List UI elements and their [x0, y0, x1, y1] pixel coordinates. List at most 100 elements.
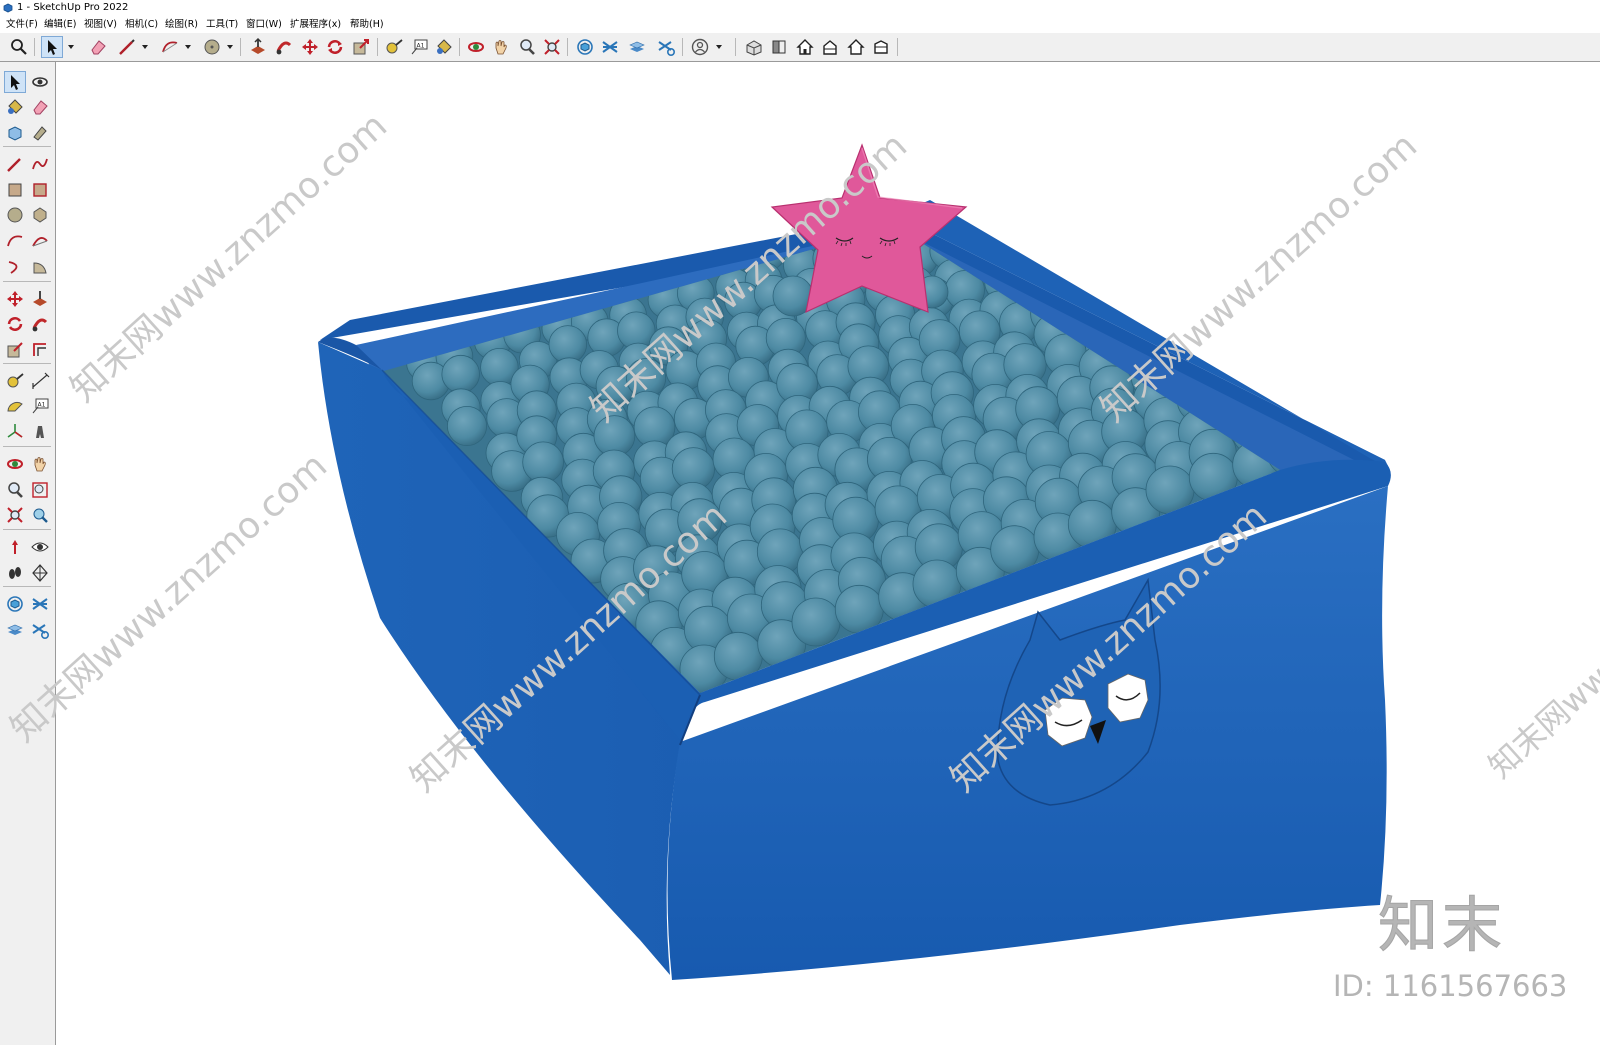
shape-dropdown-icon[interactable]	[225, 37, 235, 57]
orbit-icon[interactable]	[466, 37, 486, 57]
eraser-icon[interactable]	[30, 97, 50, 117]
layers-icon[interactable]	[627, 37, 647, 57]
three-point-arc-icon[interactable]	[5, 257, 25, 277]
title-bar: 1 - SketchUp Pro 2022	[0, 0, 1600, 16]
tape-measure-icon[interactable]	[384, 37, 404, 57]
menu-bar: 文件(F) 编辑(E) 视图(V) 相机(C) 绘图(R) 工具(T) 窗口(W…	[0, 16, 1600, 33]
rotate-icon[interactable]	[5, 314, 25, 334]
zoom-extents-tool-icon[interactable]	[5, 505, 25, 525]
ball	[522, 441, 564, 484]
axes-icon[interactable]	[5, 422, 25, 442]
follow-me-icon[interactable]	[274, 37, 294, 57]
select-icon[interactable]	[41, 36, 63, 58]
components-panel-icon[interactable]	[5, 594, 25, 614]
freehand-icon[interactable]	[30, 154, 50, 174]
menu-extensions[interactable]: 扩展程序(x)	[290, 16, 341, 33]
pan-tool-icon[interactable]	[30, 454, 50, 474]
search-icon[interactable]	[9, 37, 29, 57]
section-plane-icon[interactable]	[30, 563, 50, 583]
line-dropdown-icon[interactable]	[140, 37, 150, 57]
styles-panel-icon[interactable]	[30, 620, 50, 640]
back-view-icon[interactable]	[871, 37, 891, 57]
line-icon[interactable]	[5, 154, 25, 174]
styles-icon[interactable]	[656, 37, 676, 57]
account-dropdown-icon[interactable]	[714, 37, 724, 57]
move-icon[interactable]	[5, 289, 25, 309]
menu-tools[interactable]: 工具(T)	[206, 16, 238, 33]
brand-logo: 知末	[1378, 891, 1506, 962]
circle-icon[interactable]	[5, 205, 25, 225]
move-icon[interactable]	[300, 37, 320, 57]
paint-bucket-icon[interactable]	[5, 97, 25, 117]
menu-camera[interactable]: 相机(C)	[125, 16, 158, 33]
iso-view-icon[interactable]	[769, 37, 789, 57]
pushpull-icon[interactable]	[30, 289, 50, 309]
front-view-icon[interactable]	[820, 37, 840, 57]
tape-measure-icon[interactable]	[5, 371, 25, 391]
zoom-window-icon[interactable]	[30, 480, 50, 500]
menu-view[interactable]: 视图(V)	[84, 16, 117, 33]
tag-icon[interactable]	[30, 123, 50, 143]
rotate-icon[interactable]	[325, 37, 345, 57]
position-camera-icon[interactable]	[5, 537, 25, 557]
warehouse-icon[interactable]	[744, 37, 764, 57]
rotated-rectangle-icon[interactable]	[30, 180, 50, 200]
top-view-icon[interactable]	[795, 37, 815, 57]
zoom-tool-icon[interactable]	[5, 480, 25, 500]
eraser-icon[interactable]	[88, 37, 108, 57]
layers-panel-icon[interactable]	[5, 620, 25, 640]
pencil-line-icon[interactable]	[117, 37, 137, 57]
model-viewport[interactable]: 知末网www.znzmo.com 知末网www.znzmo.com 知末网www…	[3, 63, 1600, 1045]
arc-icon[interactable]	[160, 37, 180, 57]
scenes-icon[interactable]	[600, 37, 620, 57]
previous-view-icon[interactable]	[30, 505, 50, 525]
left-toolbar: A1	[0, 62, 56, 1045]
toolbar-separator	[3, 586, 51, 587]
menu-edit[interactable]: 编辑(E)	[44, 16, 76, 33]
toolbar-separator	[3, 363, 51, 364]
3d-text-icon[interactable]	[30, 422, 50, 442]
orbit-icon[interactable]	[30, 72, 50, 92]
arc-icon[interactable]	[5, 231, 25, 251]
text-label-icon[interactable]: A1	[409, 37, 429, 57]
look-around-icon[interactable]	[30, 537, 50, 557]
dimension-icon[interactable]	[30, 371, 50, 391]
follow-me-icon[interactable]	[30, 314, 50, 334]
select-dropdown-icon[interactable]	[66, 37, 76, 57]
pie-icon[interactable]	[30, 257, 50, 277]
menu-window[interactable]: 窗口(W)	[246, 16, 282, 33]
components-icon[interactable]	[575, 37, 595, 57]
toolbar-separator	[3, 146, 51, 147]
account-icon[interactable]	[690, 37, 710, 57]
rectangle-icon[interactable]	[5, 180, 25, 200]
svg-text:A1: A1	[417, 43, 425, 50]
two-point-arc-icon[interactable]	[30, 231, 50, 251]
offset-icon[interactable]	[30, 340, 50, 360]
menu-help[interactable]: 帮助(H)	[350, 16, 384, 33]
polygon-icon[interactable]	[30, 205, 50, 225]
pan-icon[interactable]	[491, 37, 511, 57]
circle-icon[interactable]	[202, 37, 222, 57]
right-view-icon[interactable]	[846, 37, 866, 57]
walk-icon[interactable]	[5, 563, 25, 583]
paint-bucket-icon[interactable]	[434, 37, 454, 57]
zoom-icon[interactable]	[517, 37, 537, 57]
scenes-panel-icon[interactable]	[30, 594, 50, 614]
ball	[441, 354, 480, 394]
zoom-extents-icon[interactable]	[542, 37, 562, 57]
protractor-icon[interactable]	[5, 396, 25, 416]
menu-draw[interactable]: 绘图(R)	[165, 16, 198, 33]
arc-dropdown-icon[interactable]	[183, 37, 193, 57]
text-icon[interactable]: A1	[30, 396, 50, 416]
ball-pit-model	[318, 143, 1391, 980]
sketchup-app-icon	[3, 3, 13, 13]
pushpull-icon[interactable]	[248, 37, 268, 57]
make-component-icon[interactable]	[5, 123, 25, 143]
scale-icon[interactable]	[5, 340, 25, 360]
scale-icon[interactable]	[351, 37, 371, 57]
ball	[791, 597, 841, 647]
window-title: 1 - SketchUp Pro 2022	[17, 2, 129, 13]
menu-file[interactable]: 文件(F)	[6, 16, 38, 33]
select-icon[interactable]	[4, 71, 26, 93]
orbit-tool-icon[interactable]	[5, 454, 25, 474]
